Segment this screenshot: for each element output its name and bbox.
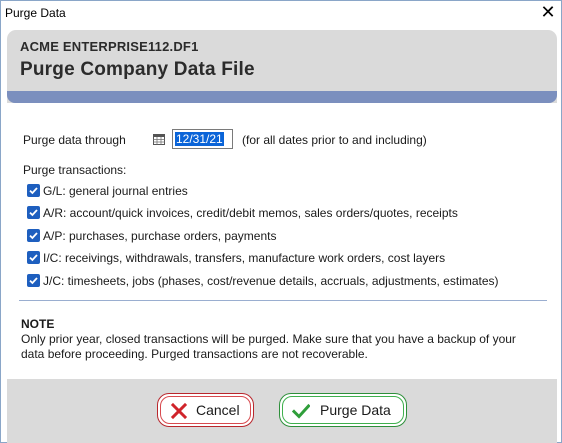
cancel-button-label: Cancel [196,402,240,418]
checkbox-label: I/C: receivings, withdrawals, transfers,… [43,251,446,266]
checkbox-ic[interactable]: I/C: receivings, withdrawals, transfers,… [27,250,547,272]
checkbox-gl[interactable]: G/L: general journal entries [27,183,547,205]
note-title: NOTE [21,317,55,331]
purge-button-label: Purge Data [320,402,391,418]
checkbox-jc[interactable]: J/C: timesheets, jobs (phases, cost/reve… [27,273,547,295]
cancel-button[interactable]: Cancel [157,393,254,427]
checkbox-label: A/P: purchases, purchase orders, payment… [43,228,277,243]
dialog-footer: Cancel Purge Data [7,379,557,443]
purge-through-label: Purge data through [23,133,126,147]
header-accent-bar [7,91,557,103]
purge-through-row: Purge data through 12/31/21 (for all dat… [23,129,543,151]
window-title: Purge Data [5,6,66,20]
checkbox-ar[interactable]: A/R: account/quick invoices, credit/debi… [27,205,547,227]
checkbox-checked-icon[interactable] [27,206,40,220]
title-bar: Purge Data ✕ [1,1,561,25]
note-text: Only prior year, closed transactions wil… [21,332,516,361]
checkbox-ap[interactable]: A/P: purchases, purchase orders, payment… [27,228,547,250]
page-title: Purge Company Data File [20,59,255,80]
section-divider [19,300,547,301]
checkbox-label: J/C: timesheets, jobs (phases, cost/reve… [43,273,499,288]
checkmark-icon [292,403,310,419]
purge-through-date-value: 12/31/21 [175,132,224,146]
purge-through-hint: (for all dates prior to and including) [242,133,427,147]
company-file-name: ACME ENTERPRISE112.DF1 [20,39,199,54]
x-icon [170,402,188,420]
checkbox-checked-icon[interactable] [27,251,40,265]
checkbox-label: G/L: general journal entries [43,184,188,198]
checkbox-checked-icon[interactable] [27,228,40,242]
calendar-icon[interactable] [153,134,165,145]
purge-through-date-field[interactable]: 12/31/21 [172,129,233,149]
purge-transactions-label: Purge transactions: [23,163,127,177]
close-icon[interactable]: ✕ [537,3,559,23]
transaction-checklist: G/L: general journal entries A/R: accoun… [27,183,547,295]
checkbox-label: A/R: account/quick invoices, credit/debi… [43,206,458,221]
checkbox-checked-icon[interactable] [27,273,40,287]
purge-data-button[interactable]: Purge Data [279,393,407,427]
checkbox-checked-icon[interactable] [27,184,40,197]
purge-data-dialog: Purge Data ✕ ACME ENTERPRISE112.DF1 Purg… [0,0,562,443]
